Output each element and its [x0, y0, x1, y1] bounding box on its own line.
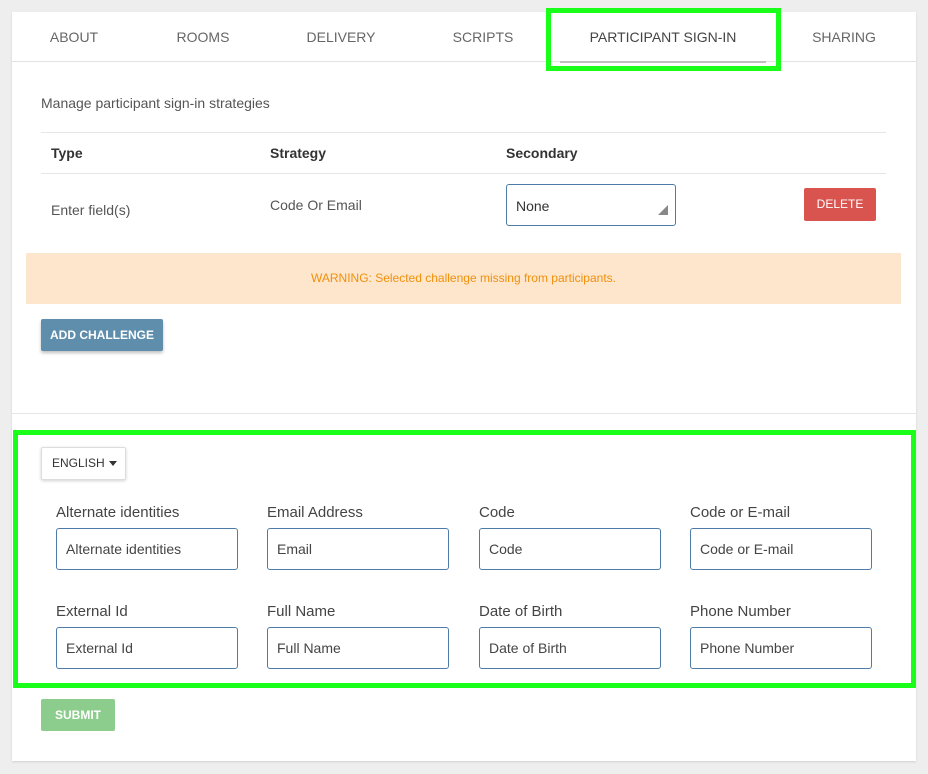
settings-card: About Rooms Delivery Scripts Participant…	[12, 12, 916, 761]
code-input[interactable]	[479, 528, 661, 570]
code-or-email-input[interactable]	[690, 528, 872, 570]
field-label-phone-number: Phone Number	[690, 603, 791, 620]
tab-sharing[interactable]: Sharing	[772, 12, 916, 62]
row-type-cell: Enter field(s)	[51, 202, 131, 218]
column-header-strategy: Strategy	[270, 145, 327, 161]
tab-about[interactable]: About	[12, 12, 136, 62]
tab-participant-sign-in[interactable]: Participant Sign-In	[554, 12, 772, 63]
table-top-border	[41, 132, 886, 133]
date-of-birth-input[interactable]	[479, 627, 661, 669]
select-resize-icon	[658, 205, 668, 215]
column-header-type: Type	[51, 145, 83, 161]
tab-delivery[interactable]: Delivery	[270, 12, 412, 62]
section-description: Manage participant sign-in strategies	[41, 95, 270, 111]
field-label-code: Code	[479, 504, 515, 521]
tab-rooms[interactable]: Rooms	[136, 12, 270, 62]
field-label-alternate-identities: Alternate identities	[56, 504, 180, 521]
alternate-identities-input[interactable]	[56, 528, 238, 570]
external-id-input[interactable]	[56, 627, 238, 669]
row-strategy-cell: Code Or Email	[270, 197, 362, 213]
delete-button[interactable]: Delete	[804, 188, 876, 221]
secondary-select[interactable]: None	[506, 184, 676, 226]
tab-bar: About Rooms Delivery Scripts Participant…	[12, 12, 916, 63]
language-dropdown-label: ENGLISH	[52, 456, 105, 470]
email-input[interactable]	[267, 528, 449, 570]
field-label-email-address: Email Address	[267, 504, 363, 521]
warning-alert: WARNING: Selected challenge missing from…	[26, 253, 901, 304]
field-label-code-or-email: Code or E-mail	[690, 504, 791, 521]
section-divider	[12, 413, 916, 414]
field-label-external-id: External Id	[56, 603, 128, 620]
add-challenge-button[interactable]: Add Challenge	[41, 319, 163, 351]
field-label-date-of-birth: Date of Birth	[479, 603, 563, 620]
field-label-full-name: Full Name	[267, 603, 336, 620]
caret-down-icon	[108, 461, 117, 467]
secondary-select-value: None	[516, 198, 550, 214]
column-header-secondary: Secondary	[506, 145, 578, 161]
tab-scripts[interactable]: Scripts	[412, 12, 554, 62]
language-dropdown[interactable]: ENGLISH	[41, 447, 126, 480]
submit-button[interactable]: Submit	[41, 699, 115, 731]
full-name-input[interactable]	[267, 627, 449, 669]
phone-number-input[interactable]	[690, 627, 872, 669]
table-header-border	[41, 173, 886, 174]
